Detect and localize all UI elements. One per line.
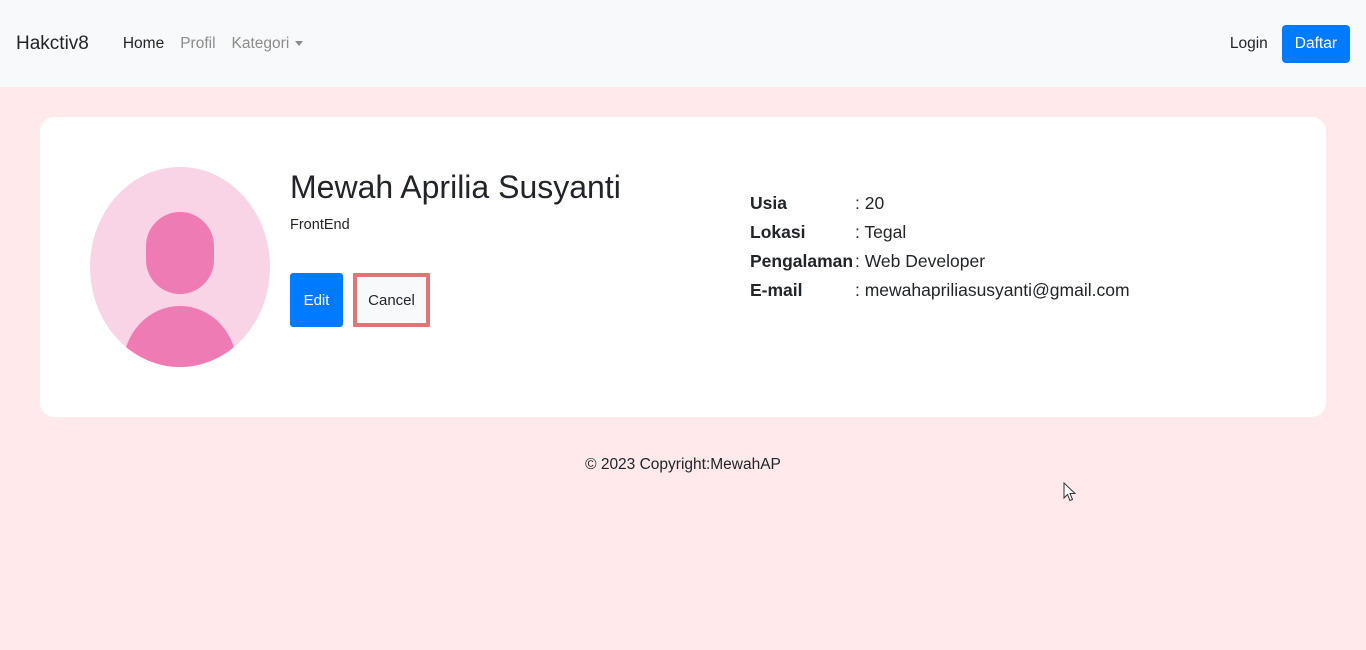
avatar-head xyxy=(146,212,214,294)
profile-role: FrontEnd xyxy=(290,217,350,233)
detail-label: Pengalaman xyxy=(750,251,854,271)
nav-kategori-dropdown[interactable]: Kategori xyxy=(232,35,304,53)
detail-row-pengalaman: Pengalaman : Web Developer xyxy=(750,247,1130,276)
detail-value: : Tegal xyxy=(855,222,907,242)
brand-logo[interactable]: Hakctiv8 xyxy=(16,33,89,55)
nav-home[interactable]: Home xyxy=(123,35,164,53)
profile-card: Mewah Aprilia Susyanti FrontEnd Edit Can… xyxy=(40,117,1326,417)
profile-name: Mewah Aprilia Susyanti xyxy=(290,169,621,205)
detail-label: E-mail xyxy=(750,280,803,300)
detail-value: : 20 xyxy=(855,193,885,213)
login-link[interactable]: Login xyxy=(1230,35,1268,53)
cancel-button[interactable]: Cancel xyxy=(353,273,430,327)
footer-copyright: © 2023 Copyright:MewahAP xyxy=(585,456,781,473)
caret-down-icon xyxy=(295,40,304,46)
detail-row-lokasi: Lokasi : Tegal xyxy=(750,218,1130,247)
nav-profil[interactable]: Profil xyxy=(180,35,215,53)
nav-kategori-label: Kategori xyxy=(231,34,290,52)
avatar-user-icon xyxy=(90,167,270,367)
detail-row-email: E-mail : mewahapriliasusyanti@gmail.com xyxy=(750,276,1130,305)
top-navbar: Hakctiv8 Home Profil Kategori Login Daft… xyxy=(0,0,1366,87)
detail-label: Lokasi xyxy=(750,222,806,242)
detail-label: Usia xyxy=(750,193,787,213)
profile-details: Usia : 20 Lokasi : Tegal Pengalaman : We… xyxy=(750,189,1130,305)
nav-links: Home Profil Kategori xyxy=(123,35,304,53)
register-button[interactable]: Daftar xyxy=(1281,24,1350,63)
nav-auth: Login Daftar xyxy=(1230,24,1350,63)
detail-value: : Web Developer xyxy=(855,251,986,271)
mouse-cursor-icon xyxy=(1063,482,1077,502)
edit-button[interactable]: Edit xyxy=(290,273,343,327)
detail-row-usia: Usia : 20 xyxy=(750,189,1130,218)
detail-value: : mewahapriliasusyanti@gmail.com xyxy=(855,280,1130,300)
